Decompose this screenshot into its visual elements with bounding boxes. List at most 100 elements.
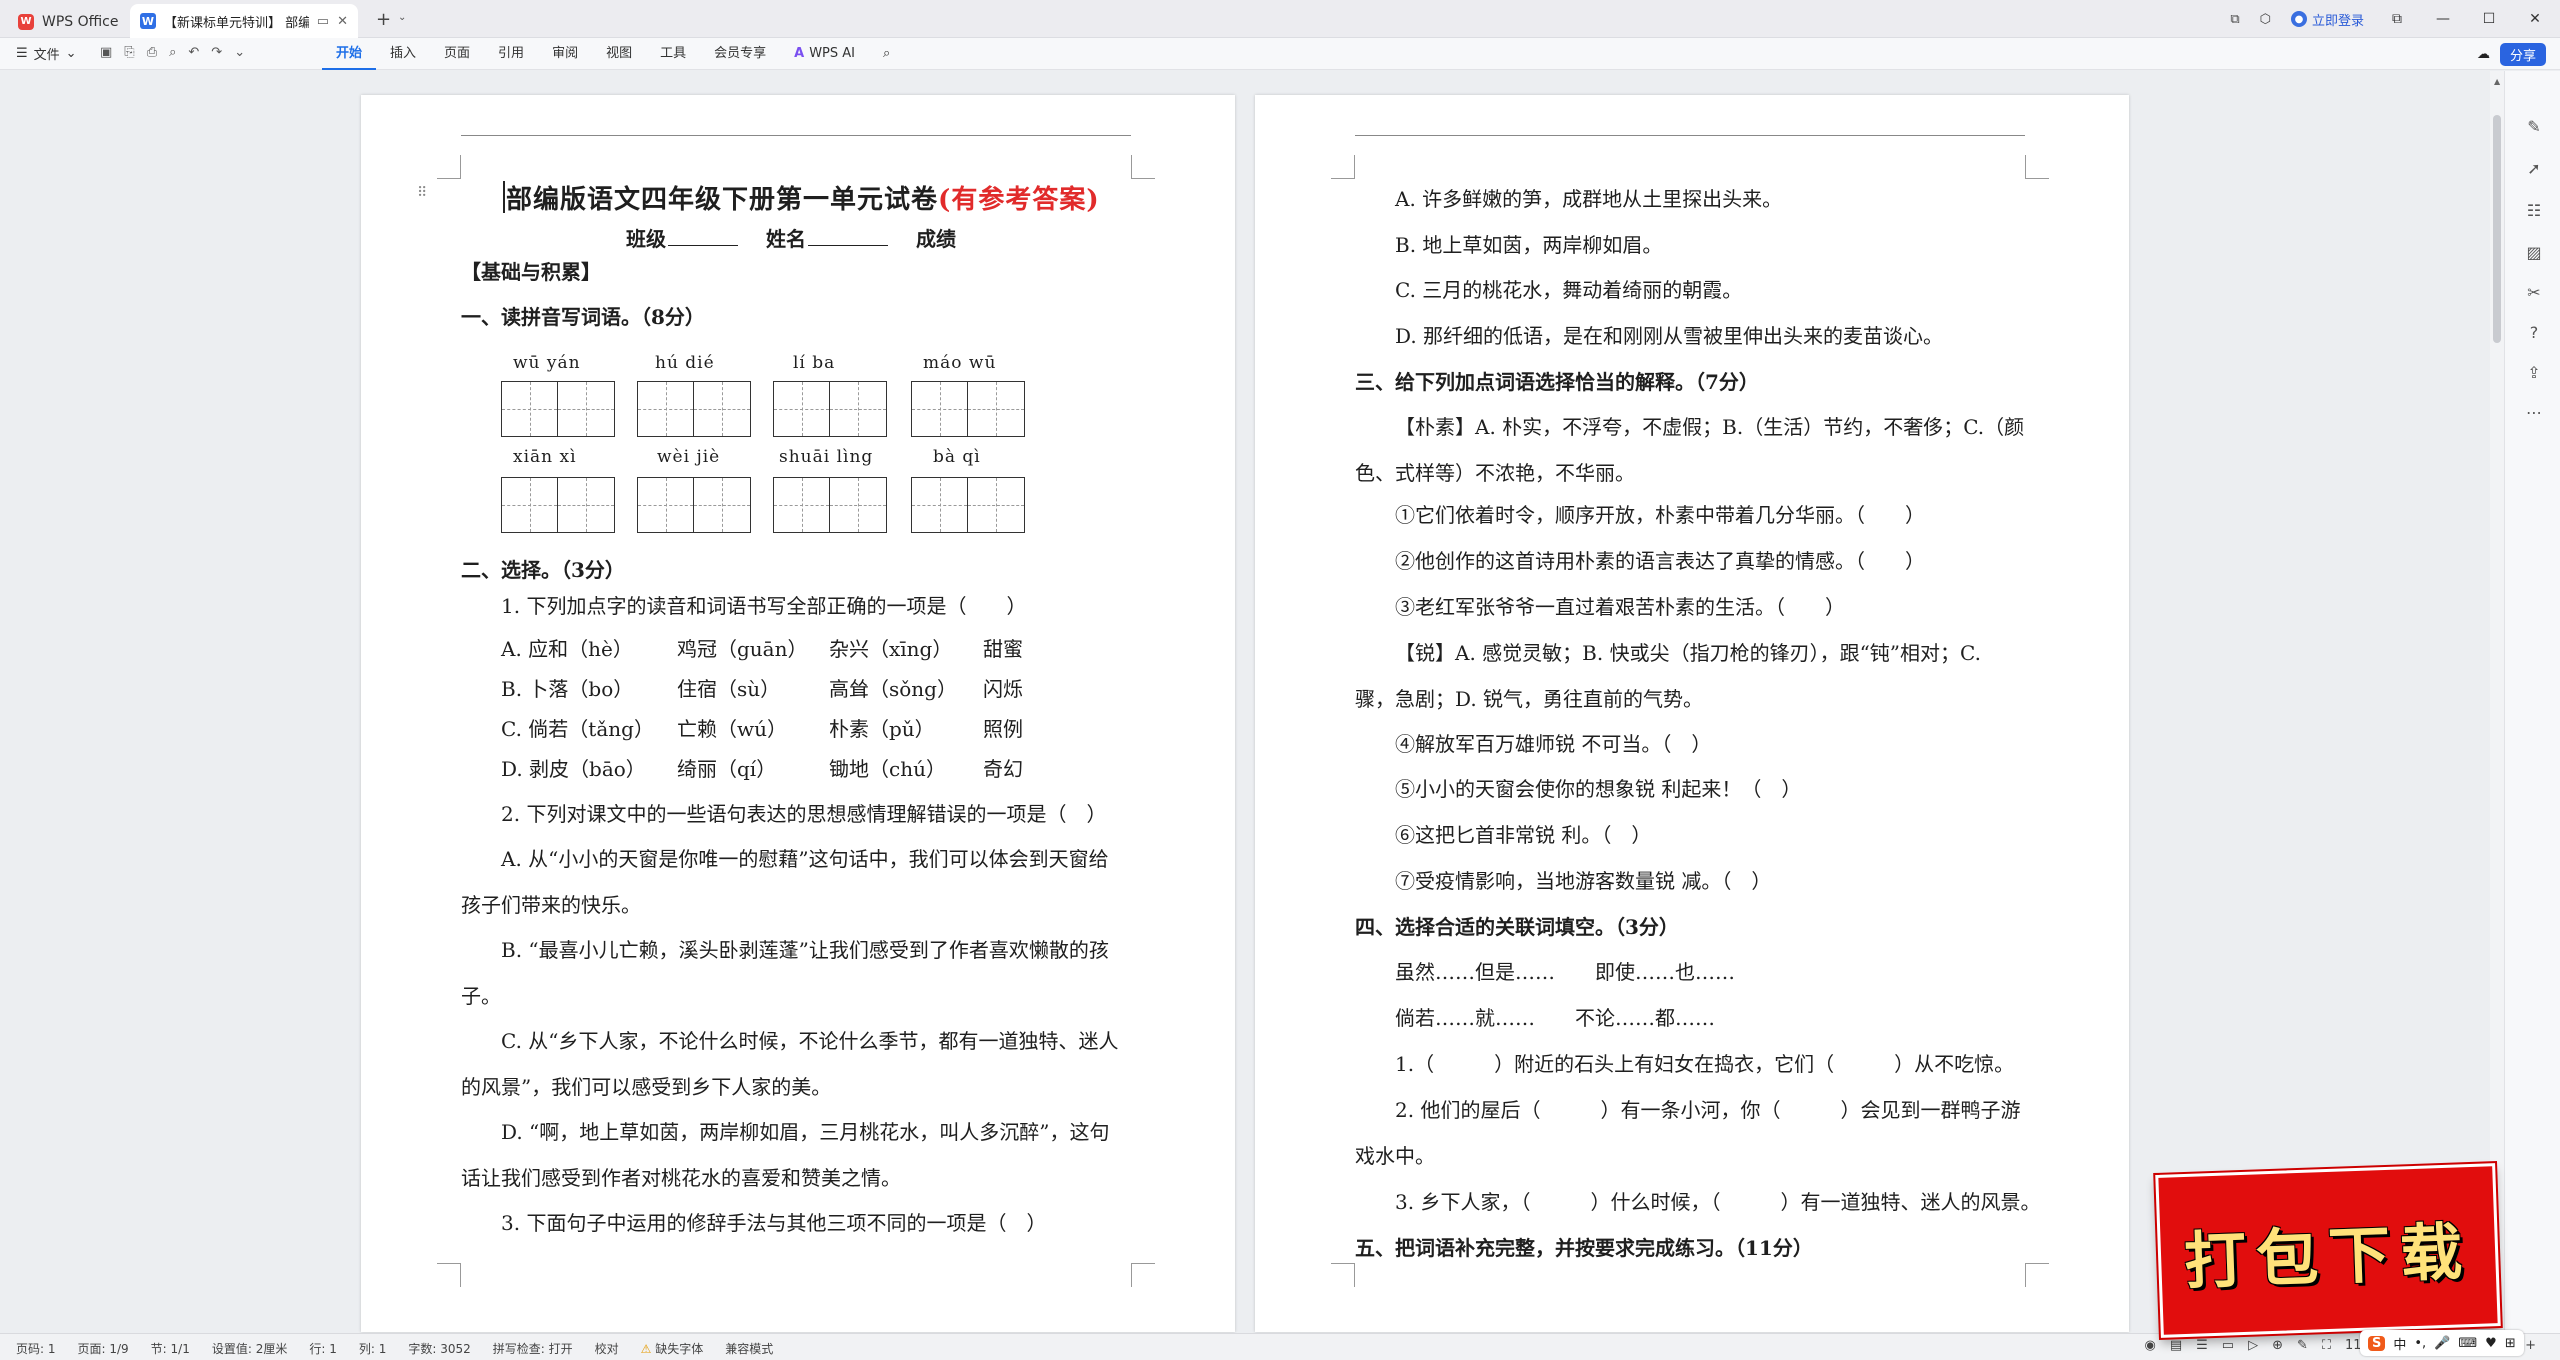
writing-grid[interactable] xyxy=(911,381,1025,437)
web-view-icon[interactable]: ▭ xyxy=(2222,1338,2234,1353)
redo-icon[interactable]: ↷ xyxy=(211,45,222,60)
download-promo-badge[interactable]: 打包下载 xyxy=(2155,1163,2501,1338)
save-icon[interactable]: ▣ xyxy=(100,45,112,60)
select-pointer-icon[interactable]: ➚ xyxy=(2524,159,2544,179)
document-page-2[interactable]: A. 许多鲜嫩的笋，成群地从土里探出头来。 B. 地上草如茵，两岸柳如眉。 C.… xyxy=(1255,95,2129,1332)
document-tab-label: 【新课标单元特训】 部编版语 xyxy=(164,15,309,31)
window-layout-icon[interactable]: ⧉ xyxy=(2230,12,2239,27)
tab-tools[interactable]: 工具 xyxy=(646,38,700,70)
settings-sliders-icon[interactable]: ☷ xyxy=(2524,201,2544,221)
print-preview-icon[interactable]: ⌕ xyxy=(169,45,176,60)
option-item: 锄地（chú） xyxy=(829,757,946,781)
status-compat-mode: 兼容模式 xyxy=(725,1342,774,1356)
more-icon[interactable]: ⋯ xyxy=(2524,403,2544,423)
new-tab-button[interactable]: + xyxy=(376,9,391,30)
zoom-in-icon[interactable]: + xyxy=(2525,1338,2536,1353)
close-window-icon[interactable]: ✕ xyxy=(2522,11,2548,27)
ime-language[interactable]: 中 xyxy=(2393,1334,2406,1353)
option-item: 绮丽（qí） xyxy=(677,757,777,781)
tab-review[interactable]: 审阅 xyxy=(538,38,592,70)
q2-2-stem: 2. 下列对课文中的一些语句表达的思想感情理解错误的一项是（ ） xyxy=(501,802,1107,826)
writing-grid[interactable] xyxy=(501,381,615,437)
tools-icon[interactable]: ✂ xyxy=(2524,283,2544,303)
q1-heading: 一、读拼音写词语。（8分） xyxy=(461,305,705,329)
status-missing-font[interactable]: ⚠ 缺失字体 xyxy=(641,1340,704,1357)
student-info-row: 班级 姓名 成绩 xyxy=(626,223,956,252)
scrollbar-thumb[interactable] xyxy=(2493,115,2501,343)
cube-icon[interactable]: ⬡ xyxy=(2260,12,2271,27)
writing-grid[interactable] xyxy=(637,477,751,533)
option-item: C. 倘若（tǎng） xyxy=(501,717,654,741)
chevron-down-icon[interactable]: ⌄ xyxy=(234,45,245,60)
help-icon[interactable]: ? xyxy=(2524,323,2544,343)
option-item: 住宿（sù） xyxy=(677,677,781,701)
tab-home[interactable]: 开始 xyxy=(322,38,377,70)
writing-grid[interactable] xyxy=(637,381,751,437)
login-button[interactable]: ● 立即登录 xyxy=(2290,10,2364,29)
quick-access-toolbar: ▣ ⎘ ⎙ ⌕ ↶ ↷ ⌄ xyxy=(100,45,245,60)
wps-home-tab[interactable]: W WPS Office xyxy=(4,5,124,38)
writing-grid[interactable] xyxy=(911,477,1025,533)
share-button[interactable]: 分享 xyxy=(2499,43,2546,66)
pen-icon[interactable]: ✎ xyxy=(2524,117,2544,137)
grid-menu-icon[interactable]: ⊞ xyxy=(2505,1336,2516,1351)
wps-ai-icon: A xyxy=(794,46,805,61)
play-icon[interactable]: ▷ xyxy=(2248,1338,2258,1353)
skin-icon[interactable]: ♥ xyxy=(2485,1336,2497,1351)
document-tab[interactable]: W 【新课标单元特训】 部编版语 ▭ ✕ xyxy=(130,4,358,38)
missing-font-label: 缺失字体 xyxy=(655,1342,704,1356)
tab-view[interactable]: 视图 xyxy=(592,38,646,70)
ribbon-right: ☁ 分享 xyxy=(2477,43,2546,66)
rui-item-7: ⑦受疫情影响，当地游客数量锐 减。（ ） xyxy=(1395,869,1772,893)
scroll-up-icon[interactable]: ▲ xyxy=(2494,77,2500,86)
pusu-item-3: ③老红军张爷爷一直过着艰苦朴素的生活。（ ） xyxy=(1395,595,1845,619)
file-menu[interactable]: ☰ 文件 ⌄ xyxy=(16,44,77,63)
share-doc-icon[interactable]: ⇪ xyxy=(2524,363,2544,383)
page-view-icon[interactable]: ▤ xyxy=(2170,1338,2182,1353)
edit-mode-icon[interactable]: ✎ xyxy=(2297,1338,2308,1353)
comment-icon[interactable]: ▭ xyxy=(317,14,329,29)
writing-grid[interactable] xyxy=(773,381,887,437)
close-tab-icon[interactable]: ✕ xyxy=(337,14,348,29)
maximize-icon[interactable]: ☐ xyxy=(2476,11,2502,27)
q4-heading: 四、选择合适的关联词填空。（3分） xyxy=(1355,915,1679,939)
minimize-icon[interactable]: — xyxy=(2430,11,2456,27)
vertical-scrollbar[interactable]: ▲ xyxy=(2490,71,2504,1333)
fit-page-icon[interactable]: ⛶ xyxy=(2322,1338,2331,1353)
export-icon[interactable]: ⎘ xyxy=(124,45,134,60)
image-icon[interactable]: ▨ xyxy=(2524,243,2544,263)
keyboard-icon[interactable]: ⌨ xyxy=(2458,1336,2477,1351)
status-word-count[interactable]: 字数: 3052 xyxy=(408,1340,470,1357)
undo-icon[interactable]: ↶ xyxy=(188,45,199,60)
tab-insert[interactable]: 插入 xyxy=(376,38,430,70)
pinyin-label: wèi jiè xyxy=(657,447,721,467)
print-icon[interactable]: ⎙ xyxy=(147,45,157,60)
microphone-icon[interactable]: 🎤 xyxy=(2434,1336,2450,1351)
promo-label: 打包下载 xyxy=(2182,1214,2474,1298)
search-icon[interactable]: ⌕ xyxy=(869,38,904,70)
ime-punctuation-icon[interactable]: •, xyxy=(2414,1336,2426,1351)
tab-member[interactable]: 会员专享 xyxy=(700,38,780,70)
globe-icon[interactable]: ⊕ xyxy=(2272,1338,2283,1353)
writing-grid[interactable] xyxy=(773,477,887,533)
chevron-down-icon[interactable]: ⌄ xyxy=(398,12,406,23)
status-spell-check[interactable]: 拼写检查: 打开 xyxy=(493,1340,573,1357)
ime-toolbar[interactable]: S 中 •, 🎤 ⌨ ♥ ⊞ xyxy=(2360,1330,2524,1356)
tab-wps-ai[interactable]: A WPS AI xyxy=(780,38,869,70)
status-pages[interactable]: 页面: 1/9 xyxy=(78,1340,129,1357)
cloud-sync-icon[interactable]: ☁ xyxy=(2477,47,2490,62)
eye-icon[interactable]: ◉ xyxy=(2145,1338,2156,1353)
writing-grid[interactable] xyxy=(501,477,615,533)
outline-view-icon[interactable]: ☰ xyxy=(2196,1338,2208,1353)
drag-handle-icon[interactable]: ⠿ xyxy=(417,185,427,201)
hamburger-icon: ☰ xyxy=(16,46,28,61)
status-proof[interactable]: 校对 xyxy=(595,1340,619,1357)
status-page-no[interactable]: 页码: 1 xyxy=(16,1340,56,1357)
pusu-item-2: ②他创作的这首诗用朴素的语言表达了真挚的情感。（ ） xyxy=(1395,549,1925,573)
pusu-definition-cont: 色、式样等）不浓艳，不华丽。 xyxy=(1355,461,1635,485)
document-page-1[interactable]: ⠿ 部编版语文四年级下册第一单元试卷(有参考答案) 班级 姓名 成绩 【基础与积… xyxy=(361,95,1235,1332)
tab-references[interactable]: 引用 xyxy=(484,38,538,70)
tab-page[interactable]: 页面 xyxy=(430,38,484,70)
restore-window-icon[interactable]: ⧉ xyxy=(2384,11,2410,27)
margin-corner xyxy=(437,155,461,179)
